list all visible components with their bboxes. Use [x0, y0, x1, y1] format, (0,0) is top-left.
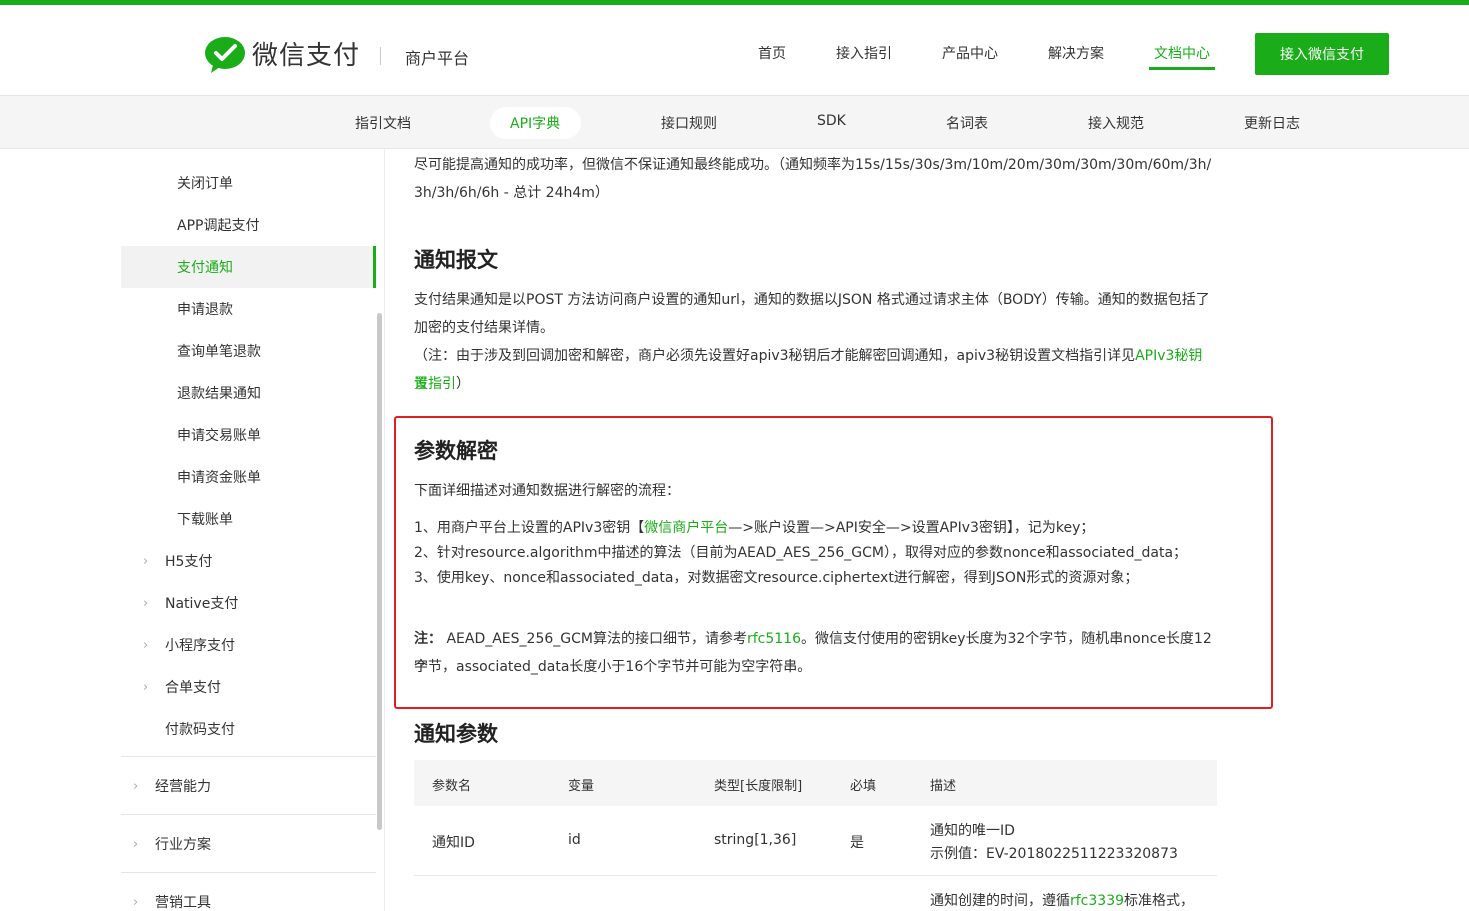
platform-name: 商户平台	[405, 49, 470, 68]
sidebar-item-query-refund[interactable]: 查询单笔退款	[121, 330, 377, 372]
sidebar-item-label: 申请资金账单	[177, 470, 261, 486]
chevron-right-icon: ›	[143, 553, 149, 569]
notify-message-text-line2: 加密的支付结果详情。	[414, 320, 554, 336]
notify-message-text-line1: 支付结果通知是以POST 方法访问商户设置的通知url，通知的数据以JSON 格…	[414, 292, 1210, 308]
sidebar-group-label: 付款码支付	[165, 722, 235, 738]
sidebar-group-label: 合单支付	[165, 680, 221, 696]
sidebar-section-label: 经营能力	[155, 779, 211, 795]
desc-pre: 通知创建的时间，遵循	[930, 893, 1070, 909]
highlight-box	[394, 416, 1273, 709]
sidebar-group-label: Native支付	[165, 596, 239, 612]
chevron-right-icon: ›	[143, 679, 149, 695]
sidebar-group-code-pay[interactable]: 付款码支付	[121, 708, 377, 750]
sidebar-item-refund-notify[interactable]: 退款结果通知	[121, 372, 377, 414]
content-divider	[384, 149, 385, 911]
table-header: 参数名 变量 类型[长度限制] 必填 描述	[414, 760, 1217, 806]
sidebar-item-app-pay[interactable]: APP调起支付	[121, 204, 377, 246]
sidebar-item-label: 申请交易账单	[177, 428, 261, 444]
table-row: 通知创建的时间，遵循rfc3339标准格式，	[414, 877, 1217, 911]
table-row: 通知ID id string[1,36] 是 通知的唯一ID 示例值：EV-20…	[414, 806, 1217, 876]
cell-description: 通知创建的时间，遵循rfc3339标准格式，	[930, 890, 1194, 910]
sidebar-item-refund[interactable]: 申请退款	[121, 288, 377, 330]
sidebar-divider	[121, 814, 377, 815]
th-required: 必填	[850, 779, 877, 794]
topnav-guide[interactable]: 接入指引	[836, 43, 892, 63]
sidebar-divider	[121, 872, 377, 873]
subnav-changelog[interactable]: 更新日志	[1244, 113, 1300, 133]
chevron-right-icon: ›	[143, 637, 149, 653]
chevron-right-icon: ›	[143, 595, 149, 611]
join-wechat-pay-button[interactable]: 接入微信支付	[1255, 33, 1389, 75]
th-variable: 变量	[568, 779, 595, 794]
cell-required: 是	[850, 835, 864, 851]
th-type: 类型[长度限制]	[714, 779, 803, 794]
brand-name[interactable]: 微信支付	[252, 35, 360, 72]
sidebar-section-label: 行业方案	[155, 837, 211, 853]
cell-type: string[1,36]	[714, 832, 797, 848]
sidebar-item-pay-notify[interactable]: 支付通知	[121, 246, 377, 288]
subnav-sdk[interactable]: SDK	[817, 113, 846, 129]
site-header: 微信支付 商户平台 首页 接入指引 产品中心 解决方案 文档中心 接入微信支付	[0, 5, 1469, 95]
subnav-interface-rules[interactable]: 接口规则	[661, 113, 717, 133]
chevron-right-icon: ›	[133, 836, 139, 852]
sidebar-item-label: 申请退款	[177, 302, 233, 318]
topnav-docs[interactable]: 文档中心	[1154, 43, 1210, 63]
sidebar-scrollbar-thumb[interactable]	[377, 313, 382, 830]
sidebar-section-business[interactable]: › 经营能力	[121, 765, 377, 807]
subnav-access-spec[interactable]: 接入规范	[1088, 113, 1144, 133]
sidebar-section-industry[interactable]: › 行业方案	[121, 823, 377, 865]
topnav-active-indicator	[1149, 67, 1215, 70]
sidebar-item-fund-bill[interactable]: 申请资金账单	[121, 456, 377, 498]
cell-description: 通知的唯一ID	[930, 823, 1015, 839]
wechat-pay-logo-icon[interactable]	[203, 35, 247, 75]
th-param-name: 参数名	[432, 779, 472, 794]
intro-text-line2: 3h/3h/6h/6h - 总计 24h4m）	[414, 185, 609, 201]
sidebar-group-combined-pay[interactable]: › 合单支付	[121, 666, 377, 708]
sidebar-group-h5-pay[interactable]: › H5支付	[121, 540, 377, 582]
note-end: ）	[456, 376, 470, 392]
section-title-notify-message: 通知报文	[414, 248, 498, 272]
sidebar-item-label: APP调起支付	[177, 218, 260, 234]
cell-variable: id	[568, 832, 581, 848]
cell-param-name: 通知ID	[432, 835, 475, 851]
intro-text-line1: 尽可能提高通知的成功率，但微信不保证通知最终能成功。（通知频率为15s/15s/…	[414, 157, 1212, 173]
sidebar-item-trade-bill[interactable]: 申请交易账单	[121, 414, 377, 456]
sidebar-group-label: H5支付	[165, 554, 213, 570]
subnav-guide-docs[interactable]: 指引文档	[355, 113, 411, 133]
apiv3-key-guide-link-cont[interactable]: 置指引	[414, 376, 456, 392]
sidebar-item-label: 退款结果通知	[177, 386, 261, 402]
subnav-api-dictionary[interactable]: API字典	[510, 113, 560, 133]
sidebar-item-label: 下载账单	[177, 512, 233, 528]
sidebar-item-close-order[interactable]: 关闭订单	[121, 162, 377, 204]
notify-message-note-line2: 置指引）	[414, 370, 1214, 398]
sidebar-group-native-pay[interactable]: › Native支付	[121, 582, 377, 624]
sidebar: 关闭订单 APP调起支付 支付通知 申请退款 查询单笔退款 退款结果通知 申请交…	[121, 149, 377, 911]
note-text: （注：由于涉及到回调加密和解密，商户必须先设置好apiv3秘钥后才能解密回调通知…	[414, 348, 1136, 364]
rfc3339-link[interactable]: rfc3339	[1070, 893, 1124, 909]
chevron-right-icon: ›	[133, 778, 139, 794]
topnav-home[interactable]: 首页	[758, 43, 786, 63]
brand-divider	[380, 47, 381, 65]
cell-example: 示例值：EV-2018022511223320873	[930, 846, 1178, 862]
section-title-notify-params: 通知参数	[414, 722, 498, 746]
topnav-solutions[interactable]: 解决方案	[1048, 43, 1104, 63]
sidebar-group-mini-program-pay[interactable]: › 小程序支付	[121, 624, 377, 666]
sidebar-item-label: 支付通知	[177, 260, 233, 276]
desc-post: 标准格式，	[1124, 893, 1195, 909]
chevron-right-icon: ›	[133, 894, 139, 910]
sidebar-item-download-bill[interactable]: 下载账单	[121, 498, 377, 540]
subnav-glossary[interactable]: 名词表	[946, 113, 988, 133]
sidebar-section-marketing[interactable]: › 营销工具	[121, 881, 377, 911]
sub-navigation: 指引文档 API字典 接口规则 SDK 名词表 接入规范 更新日志	[0, 95, 1469, 149]
sidebar-divider	[121, 756, 377, 757]
sidebar-item-label: 查询单笔退款	[177, 344, 261, 360]
sidebar-item-label: 关闭订单	[177, 176, 233, 192]
topnav-products[interactable]: 产品中心	[942, 43, 998, 63]
th-description: 描述	[930, 779, 957, 794]
sidebar-section-label: 营销工具	[155, 895, 211, 911]
sidebar-group-label: 小程序支付	[165, 638, 235, 654]
